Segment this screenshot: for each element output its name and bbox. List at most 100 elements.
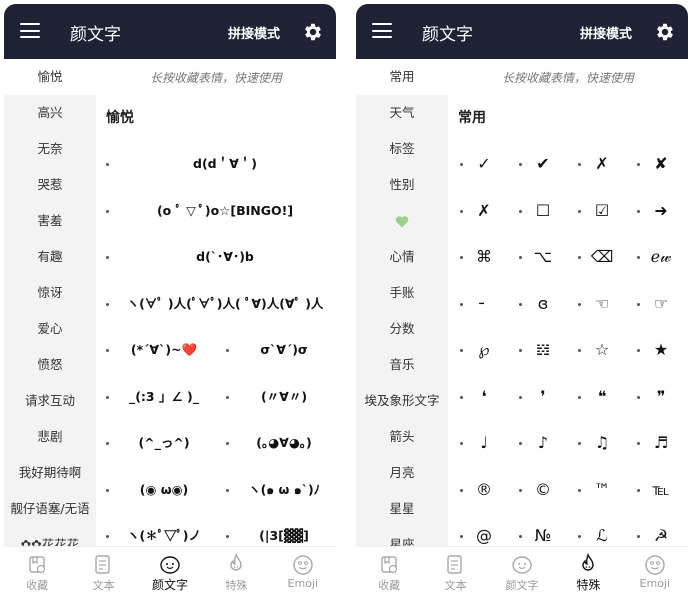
tab-kaomoji[interactable]: 颜文字 (489, 547, 555, 596)
symbol-item[interactable]: ✗ (568, 141, 626, 187)
bullet-dot (460, 349, 463, 352)
symbol-item[interactable]: ☑ (568, 188, 626, 234)
sidebar-item[interactable]: 我好期待啊 (4, 455, 96, 491)
symbol-item[interactable]: ☞ (627, 281, 685, 327)
kaomoji-item[interactable]: d(`･∀･)b (96, 234, 336, 280)
tab-collection[interactable]: 收藏 (356, 547, 422, 596)
tab-label: 特殊 (576, 578, 601, 592)
symbol-item[interactable]: ✓ (450, 141, 508, 187)
symbol-item[interactable]: ★ (627, 327, 685, 373)
sidebar-item[interactable]: 月亮 (356, 455, 448, 491)
kaomoji-item[interactable]: (〃∀〃) (216, 374, 336, 420)
symbol-item[interactable]: ♩ (450, 420, 508, 466)
symbol-item[interactable]: ✔ (509, 141, 567, 187)
kaomoji-item[interactable]: (^_っ^) (96, 420, 216, 466)
tab-emoji[interactable]: Emoji (622, 547, 688, 596)
symbol-item[interactable]: ⌫ (568, 234, 626, 280)
kaomoji-item[interactable]: ヽ(✽ﾟ▽ﾟ)ノ (96, 513, 216, 546)
symbol-item[interactable]: ❝ (568, 374, 626, 420)
kaomoji-text: d(`･∀･)b (196, 249, 254, 264)
symbol-item[interactable]: ℒ (568, 513, 626, 546)
symbol-item[interactable]: ✘ (627, 141, 685, 187)
sidebar-item-label: 我好期待啊 (18, 465, 82, 480)
tab-text[interactable]: 文本 (70, 547, 136, 596)
menu-icon[interactable] (20, 23, 40, 39)
kaomoji-item[interactable]: _(:3 」∠ )_ (96, 374, 216, 420)
sidebar-item[interactable]: 标签 (356, 131, 448, 167)
sidebar-item[interactable]: 惊讶 (4, 275, 96, 311)
kaomoji-item[interactable]: (|3[▓▓] (216, 513, 336, 546)
sidebar-item[interactable]: 愤怒 (4, 347, 96, 383)
kaomoji-item[interactable]: (*´∀`)~❤️ (96, 327, 216, 373)
kaomoji-item[interactable]: ヽ(∀ﾟ )人(ﾟ∀ﾟ)人( ﾟ∀)人(∀ﾟ )人 (96, 281, 336, 327)
kaomoji-row: ヽ(✽ﾟ▽ﾟ)ノ (|3[▓▓] (96, 513, 336, 546)
kaomoji-item[interactable]: (◉ ω◉) (96, 467, 216, 513)
sidebar-item[interactable]: 天气 (356, 95, 448, 131)
symbol-item[interactable]: ❞ (627, 374, 685, 420)
kaomoji-item[interactable]: d(d＇∀＇) (96, 141, 336, 187)
sidebar-item[interactable]: 手账 (356, 275, 448, 311)
symbol-item[interactable]: ❛ (450, 374, 508, 420)
kaomoji-item[interactable]: (｡◕∀◕｡) (216, 420, 336, 466)
symbol-item[interactable]: ☜ (568, 281, 626, 327)
symbol-item[interactable]: © (509, 467, 567, 513)
sidebar-item[interactable]: 爱心 (4, 311, 96, 347)
sidebar-item[interactable]: 靓仔语塞/无语 (4, 491, 96, 527)
sidebar-item[interactable]: 请求互动 (4, 383, 96, 419)
sidebar-item[interactable]: 哭惹 (4, 167, 96, 203)
tab-collection[interactable]: 收藏 (4, 547, 70, 596)
tab-text[interactable]: 文本 (422, 547, 488, 596)
sidebar-item[interactable]: 音乐 (356, 347, 448, 383)
splice-mode-button[interactable]: 拼接模式 (580, 23, 632, 42)
symbol-item[interactable]: ℯ𝓌 (627, 234, 685, 280)
symbol-item[interactable]: @ (450, 513, 508, 546)
sidebar-item-label: 箭头 (389, 429, 415, 444)
symbol-item[interactable]: ➜ (627, 188, 685, 234)
symbol-item[interactable]: ❜ (509, 374, 567, 420)
symbol-item[interactable]: № (509, 513, 567, 546)
symbol-item[interactable]: ☆ (568, 327, 626, 373)
symbol-item[interactable]: ☭ (627, 513, 685, 546)
symbol-item[interactable]: ✗ (450, 188, 508, 234)
symbol-item[interactable]: ☐ (509, 188, 567, 234)
sidebar-item[interactable]: 愉悦 (4, 59, 96, 95)
tab-emoji[interactable]: Emoji (270, 547, 336, 596)
splice-mode-button[interactable]: 拼接模式 (228, 23, 280, 42)
sidebar-item[interactable]: 有趣 (4, 239, 96, 275)
symbol-item[interactable]: ɞ (509, 281, 567, 327)
sidebar-item[interactable]: 分数 (356, 311, 448, 347)
sidebar-item[interactable]: 常用 (356, 59, 448, 95)
sidebar-item[interactable]: 星星 (356, 491, 448, 527)
symbol-item[interactable]: ⌥ (509, 234, 567, 280)
symbol-item[interactable]: ™ (568, 467, 626, 513)
bullet-dot (578, 209, 581, 213)
symbol-item[interactable]: ♫ (568, 420, 626, 466)
sidebar-item[interactable]: 箭头 (356, 419, 448, 455)
symbol-item[interactable]: ℘ (450, 327, 508, 373)
symbol-item[interactable]: ℡ (627, 467, 685, 513)
menu-icon[interactable] (372, 23, 392, 39)
symbol-item[interactable]: ® (450, 467, 508, 513)
tab-kaomoji[interactable]: 颜文字 (137, 547, 203, 596)
kaomoji-item[interactable]: (o ﾟ ▽ ﾟ)o☆[BINGO!] (96, 188, 336, 234)
symbol-item[interactable]: ⌘ (450, 234, 508, 280)
symbol-item[interactable]: 𝍌 (509, 327, 567, 373)
symbol-item[interactable]: ♬ (627, 420, 685, 466)
sidebar-item[interactable]: 心情 (356, 239, 448, 275)
kaomoji-item[interactable]: ヽ(๑ ω ๑`)ﾉ (216, 467, 336, 513)
symbol-item[interactable]: ♪ (509, 420, 567, 466)
symbol-glyph: ® (476, 479, 492, 499)
sidebar-item[interactable]: 高兴 (4, 95, 96, 131)
sidebar-item[interactable]: 性别 (356, 167, 448, 203)
gear-icon[interactable] (302, 21, 324, 43)
sidebar-item[interactable]: 无奈 (4, 131, 96, 167)
gear-icon[interactable] (654, 21, 676, 43)
tab-special[interactable]: 特殊 (203, 547, 269, 596)
sidebar-item[interactable] (356, 203, 448, 239)
sidebar-item[interactable]: 害羞 (4, 203, 96, 239)
tab-special[interactable]: 特殊 (555, 547, 621, 596)
sidebar-item[interactable]: 悲剧 (4, 419, 96, 455)
symbol-item[interactable]: ╴ (450, 281, 508, 327)
kaomoji-item[interactable]: σ`∀´)σ (216, 327, 336, 373)
sidebar-item[interactable]: 埃及象形文字 (356, 383, 448, 419)
